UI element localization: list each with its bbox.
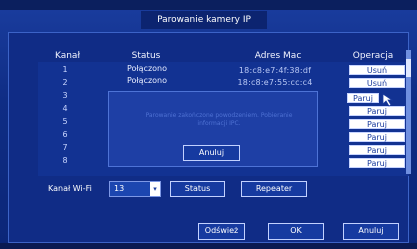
row-channel-number: 1 — [62, 65, 68, 74]
column-header-status: Status — [131, 51, 161, 61]
scrollbar-thumb[interactable] — [406, 59, 411, 77]
refresh-button[interactable]: Odśwież — [198, 223, 245, 240]
bottom-edge — [0, 243, 417, 249]
wifi-channel-label: Kanał Wi-Fi — [48, 184, 92, 193]
row-channel-number: 4 — [62, 104, 68, 113]
dialog-cancel-button[interactable]: Anuluj — [183, 145, 240, 161]
repeater-button[interactable]: Repeater — [241, 181, 307, 197]
dialog-message: Parowanie zakończone powodzeniem. Pobier… — [145, 112, 293, 127]
column-header-channel: Kanał — [54, 51, 81, 61]
cursor-arrow-icon — [382, 93, 394, 107]
delete-button-channel-2[interactable]: Usuń — [349, 78, 405, 88]
row-status: Połączono — [126, 76, 168, 85]
top-edge — [0, 0, 417, 10]
pair-button-channel-5[interactable]: Paruj — [349, 119, 405, 129]
column-header-mac: Adres Mac — [254, 51, 302, 61]
delete-button-channel-1[interactable]: Usuń — [349, 65, 405, 75]
window-title: Parowanie kamery IP — [157, 15, 251, 25]
column-header-operation: Operacja — [352, 51, 394, 61]
pair-button-channel-4[interactable]: Paruj — [349, 106, 405, 116]
pair-button-channel-6[interactable]: Paruj — [349, 132, 405, 142]
row-channel-number: 8 — [62, 156, 68, 165]
row-channel-number: 7 — [62, 143, 68, 152]
row-channel-number: 6 — [62, 130, 68, 139]
row-mac-address: 18:c8:e7:4f:38:df — [238, 66, 312, 75]
ok-button[interactable]: OK — [268, 223, 324, 240]
pair-button-channel-7[interactable]: Paruj — [349, 145, 405, 155]
dropdown-arrow-icon[interactable]: ▾ — [150, 182, 160, 196]
row-channel-number: 5 — [62, 117, 68, 126]
row-channel-number: 2 — [62, 78, 68, 87]
pair-button-channel-3[interactable]: Paruj — [347, 93, 379, 103]
pair-button-channel-8[interactable]: Paruj — [349, 158, 405, 168]
row-mac-address: 18:c8:e7:55:cc:c4 — [237, 78, 313, 87]
cancel-button[interactable]: Anuluj — [343, 223, 399, 240]
row-status: Połączono — [126, 64, 168, 73]
row-channel-number: 3 — [62, 91, 68, 100]
wifi-status-button[interactable]: Status — [170, 181, 225, 197]
